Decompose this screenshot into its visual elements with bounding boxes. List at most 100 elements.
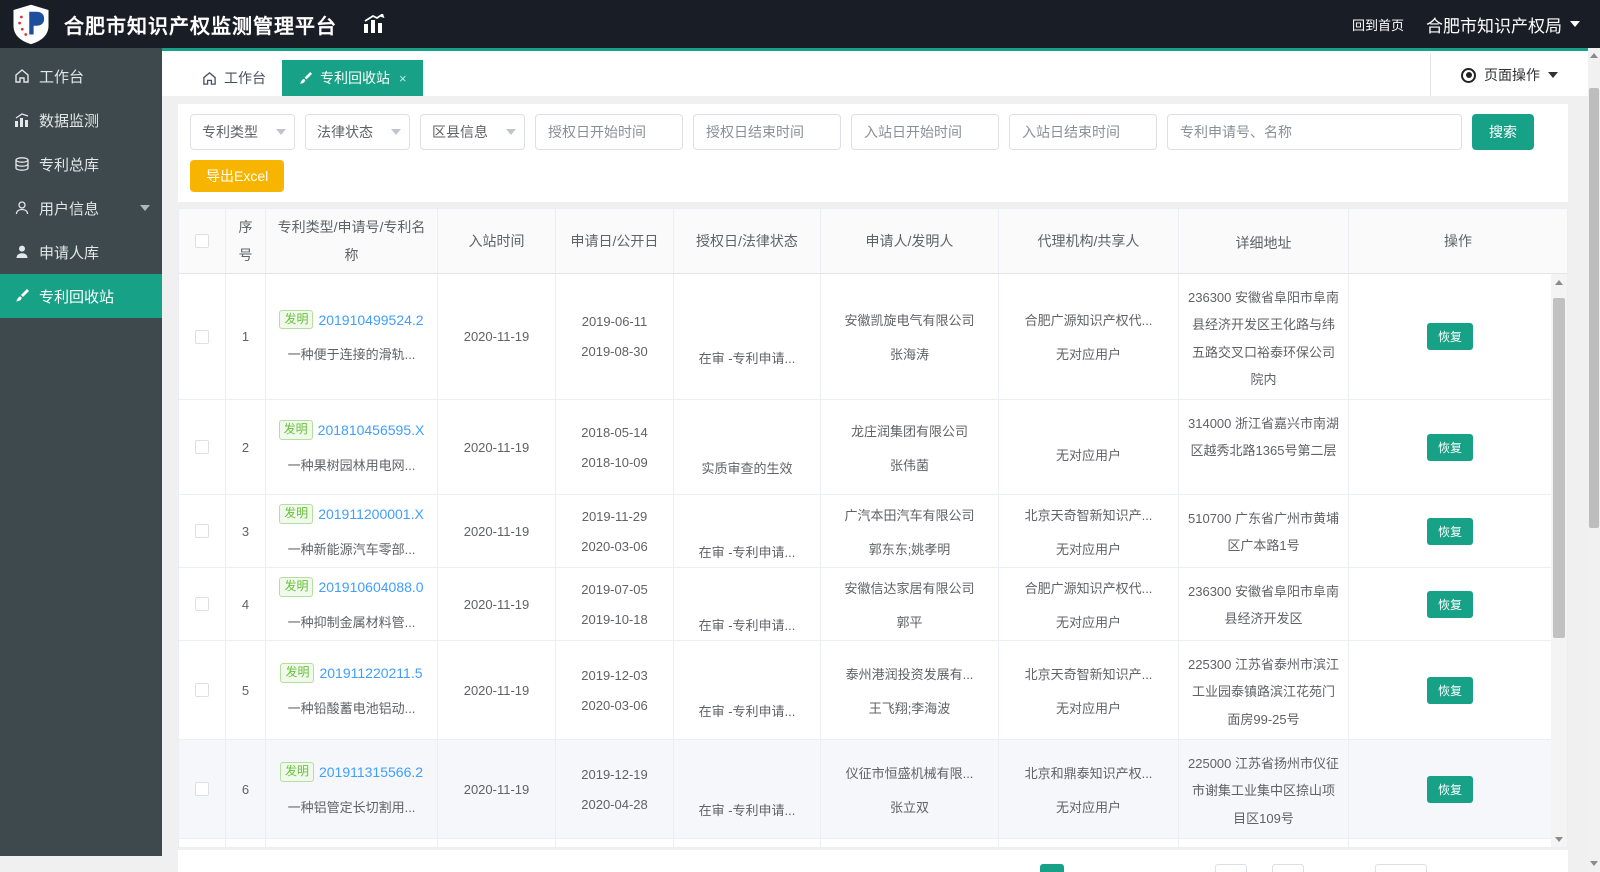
- legal-status: 在审 -专利申请...: [698, 350, 796, 366]
- restore-button[interactable]: 恢复: [1426, 676, 1473, 704]
- select-all-checkbox[interactable]: [195, 234, 209, 248]
- legal-status: 在审 -专利申请...: [698, 803, 796, 819]
- home-icon: [203, 71, 216, 85]
- publish-date: 2020-03-06: [581, 697, 648, 713]
- grant-start-date-input[interactable]: [535, 114, 683, 150]
- back-to-home-link[interactable]: 回到首页: [1352, 15, 1404, 34]
- patent-name: 一种果树园林用电网...: [287, 457, 416, 473]
- publish-date: 2020-03-06: [581, 538, 648, 554]
- scroll-up-icon[interactable]: [1588, 48, 1600, 62]
- pagination-page-button[interactable]: [1272, 864, 1304, 872]
- restore-button[interactable]: 恢复: [1426, 323, 1473, 351]
- apply-date: 2019-11-29: [581, 508, 648, 524]
- patent-number-link[interactable]: 201810456595.X: [318, 422, 425, 438]
- address: 225300 江苏省泰州市滨江工业园泰镇路滨江花苑门面房99-25号: [1179, 641, 1349, 740]
- table-scrollbar[interactable]: [1551, 274, 1567, 847]
- patent-number-link[interactable]: 201911315566.2: [319, 764, 423, 780]
- apply-date: 2019-12-03: [581, 667, 648, 683]
- tab-workbench[interactable]: 工作台: [186, 60, 282, 96]
- applicant: 广汽本田汽车有限公司: [844, 507, 975, 523]
- district-select[interactable]: 区县信息: [420, 114, 525, 150]
- platform-logo-icon: [13, 4, 49, 45]
- legal-status: 在审 -专利申请...: [698, 704, 796, 720]
- address: 276800 山东省日照市: [1179, 838, 1349, 847]
- row-checkbox[interactable]: [195, 329, 209, 344]
- entry-date: 2020-11-19: [438, 274, 556, 400]
- sidebar-item-workbench[interactable]: 工作台: [0, 54, 162, 98]
- pagination-page-size-select[interactable]: [1375, 864, 1427, 872]
- tab-patent-recycle-bin[interactable]: 专利回收站 ×: [282, 60, 423, 96]
- entry-date: 2020-11-19: [438, 495, 556, 568]
- scroll-up-icon[interactable]: [1551, 274, 1567, 290]
- chevron-down-icon: [391, 129, 401, 135]
- restore-button[interactable]: 恢复: [1426, 590, 1473, 618]
- patent-type-badge: 发明: [280, 663, 315, 683]
- legal-status-select[interactable]: 法律状态: [305, 114, 410, 150]
- sidebar-item-patent-library[interactable]: 专利总库: [0, 142, 162, 186]
- entry-end-date-input[interactable]: [1009, 114, 1157, 150]
- apply-date: 2018-05-14: [581, 424, 648, 440]
- pagination-page-button[interactable]: [1215, 864, 1247, 872]
- table-scrollbar-thumb[interactable]: [1553, 298, 1565, 638]
- tab-bar: 工作台 专利回收站 × 页面操作: [162, 48, 1588, 96]
- grant-end-date-input[interactable]: [693, 114, 841, 150]
- entry-date: 2020-11-19: [438, 400, 556, 495]
- patent-type-badge: 发明: [279, 504, 314, 524]
- row-index: 4: [226, 568, 266, 641]
- table-row: 6 发明 201911315566.2 一种铝管定长切割用... 2020-11…: [179, 740, 1551, 839]
- agency: 北京天奇智新知识产...: [1024, 507, 1153, 523]
- page-scrollbar-thumb[interactable]: [1589, 88, 1599, 528]
- inventor: 张伟菌: [889, 457, 929, 473]
- sidebar-item-user-info[interactable]: 用户信息: [0, 186, 162, 230]
- close-icon[interactable]: ×: [399, 71, 407, 86]
- inventor: 张立双: [889, 799, 929, 815]
- brush-icon: [299, 71, 313, 84]
- row-checkbox[interactable]: [195, 683, 209, 698]
- layers-icon: [15, 157, 29, 171]
- sharer: 无对应用户: [1055, 614, 1121, 630]
- export-excel-button[interactable]: 导出Excel: [190, 160, 285, 192]
- address: 314000 浙江省嘉兴市南湖区越秀北路1365号第二层: [1179, 400, 1349, 495]
- restore-button[interactable]: 恢复: [1426, 775, 1473, 803]
- row-checkbox[interactable]: [195, 597, 209, 612]
- row-checkbox[interactable]: [195, 440, 209, 455]
- row-checkbox[interactable]: [195, 524, 209, 539]
- page-actions-menu[interactable]: 页面操作: [1430, 54, 1588, 96]
- patent-type-badge: 发明: [278, 420, 313, 440]
- inventor: 王飞翔;李海波: [868, 700, 951, 716]
- table-row: 2 发明 201810456595.X 一种果树园林用电网... 2020-11…: [179, 400, 1551, 496]
- row-index: 3: [226, 495, 266, 568]
- patent-number-link[interactable]: 201910604088.0: [318, 579, 423, 595]
- scroll-down-icon[interactable]: [1551, 831, 1567, 847]
- chevron-down-icon: [1570, 21, 1580, 27]
- patent-type-select[interactable]: 专利类型: [190, 114, 295, 150]
- patent-number-link[interactable]: 201911200001.X: [318, 506, 424, 522]
- restore-button[interactable]: 恢复: [1426, 433, 1473, 461]
- patent-keyword-input[interactable]: [1167, 114, 1462, 150]
- row-checkbox[interactable]: [195, 782, 209, 797]
- restore-button[interactable]: 恢复: [1426, 517, 1473, 545]
- sidebar-item-patent-recycle-bin[interactable]: 专利回收站: [0, 274, 162, 318]
- entry-date: 2020-11-19: [438, 568, 556, 641]
- chart-icon: [363, 14, 385, 34]
- legal-status: 在审 -专利申请...: [698, 618, 796, 634]
- chevron-down-icon: [1548, 72, 1558, 78]
- scroll-down-icon[interactable]: [1588, 856, 1600, 870]
- agency: 北京和鼎泰知识产权...: [1024, 765, 1153, 781]
- search-button[interactable]: 搜索: [1472, 114, 1534, 150]
- chevron-down-icon: [506, 129, 516, 135]
- row-index: 7: [226, 838, 266, 847]
- patent-number-link[interactable]: 201910499524.2: [318, 312, 423, 328]
- page-scrollbar[interactable]: [1588, 48, 1600, 872]
- entry-start-date-input[interactable]: [851, 114, 999, 150]
- sidebar-item-data-monitor[interactable]: 数据监测: [0, 98, 162, 142]
- applicant: 仪征市恒盛机械有限...: [845, 765, 974, 781]
- pagination-current-page-button[interactable]: [1040, 864, 1064, 872]
- applicant: 安徽凯旋电气有限公司: [844, 313, 975, 329]
- sidebar-item-applicant-library[interactable]: 申请人库: [0, 230, 162, 274]
- address: 236300 安徽省阜阳市阜南县经济开发区: [1179, 568, 1349, 641]
- patent-number-link[interactable]: 201911220211.5: [319, 665, 422, 681]
- address: 225000 江苏省扬州市仪征市谢集工业集中区捺山项目区109号: [1179, 740, 1349, 838]
- account-menu[interactable]: 合肥市知识产权局: [1426, 12, 1580, 37]
- patent-name: 一种铝管定长切割用...: [287, 799, 416, 815]
